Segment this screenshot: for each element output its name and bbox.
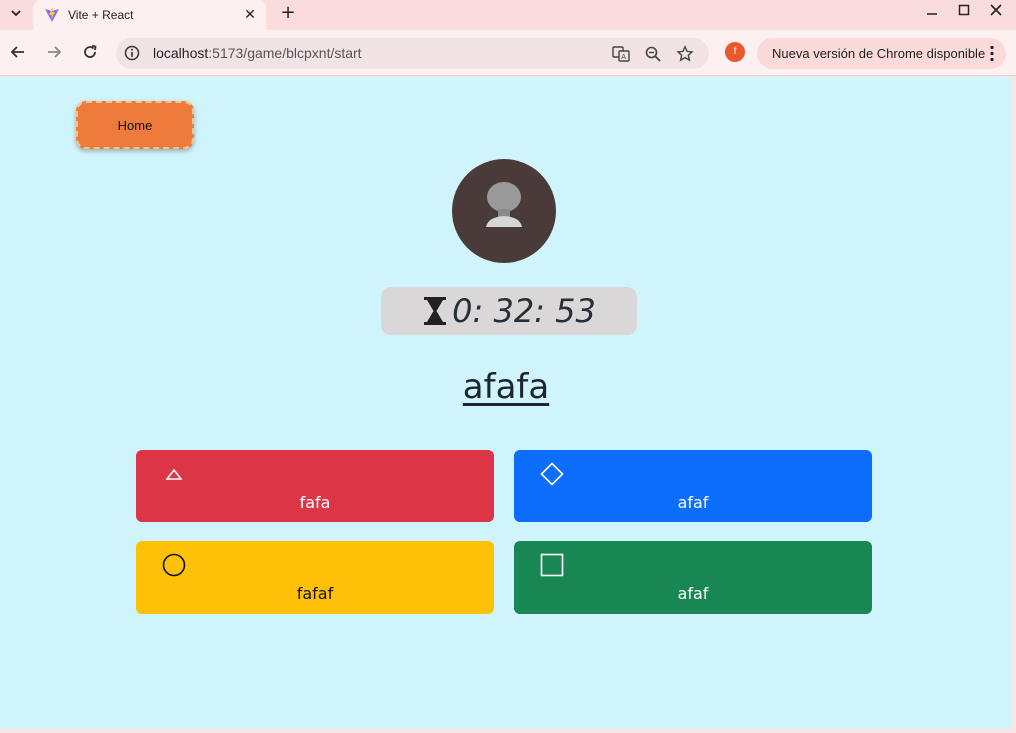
maximize-button[interactable] — [953, 3, 975, 21]
countdown-timer: 0: 32: 53 — [381, 287, 637, 335]
url-host: localhost — [153, 45, 209, 61]
bookmark-star-icon[interactable] — [676, 45, 694, 63]
tab-search-button[interactable] — [4, 2, 28, 24]
arrow-left-icon — [10, 46, 24, 58]
back-button[interactable] — [6, 40, 30, 64]
diamond-icon — [540, 462, 564, 486]
question-title: afafa — [462, 367, 550, 407]
tab-strip: Vite + React ✕ + — [0, 0, 1016, 30]
more-options-icon[interactable] — [990, 45, 994, 62]
maximize-icon — [958, 4, 970, 16]
home-button[interactable]: Home — [76, 101, 194, 149]
answer-label-4: afaf — [677, 584, 709, 603]
chevron-down-icon — [11, 10, 21, 17]
reload-button[interactable] — [78, 40, 102, 64]
minimize-button[interactable] — [921, 3, 943, 21]
triangle-icon — [165, 468, 183, 480]
answer-button-2[interactable]: afaf — [514, 450, 872, 522]
reload-icon — [84, 45, 97, 58]
arrow-right-icon — [48, 46, 62, 58]
page-viewport: Home 0: 32: 53 afafa fafa afaf fafaf afa… — [0, 77, 1012, 729]
address-bar[interactable]: localhost:5173/game/blcpxnt/start A — [116, 38, 709, 69]
profile-avatar[interactable]: f — [725, 42, 745, 62]
zoom-icon[interactable] — [644, 45, 662, 63]
minimize-icon — [927, 13, 937, 15]
avatar — [452, 159, 556, 263]
new-tab-button[interactable]: + — [278, 3, 298, 23]
chrome-update-button[interactable]: Nueva versión de Chrome disponible — [757, 38, 1006, 69]
vite-logo-icon — [45, 8, 59, 22]
tab-title: Vite + React — [68, 8, 134, 22]
answer-button-3[interactable]: fafaf — [136, 541, 494, 614]
close-tab-icon[interactable]: ✕ — [242, 7, 258, 23]
user-placeholder-icon — [486, 182, 522, 227]
answer-label-1: fafa — [299, 493, 331, 512]
hourglass-icon — [424, 297, 447, 325]
svg-text:A: A — [621, 53, 626, 61]
timer-value: 0: 32: 53 — [452, 292, 596, 330]
browser-tab[interactable]: Vite + React ✕ — [33, 0, 266, 30]
close-icon — [990, 4, 1002, 16]
forward-button[interactable] — [42, 40, 66, 64]
close-window-button[interactable] — [985, 3, 1007, 21]
circle-icon — [162, 553, 186, 577]
answer-button-1[interactable]: fafa — [136, 450, 494, 522]
answer-label-2: afaf — [677, 493, 709, 512]
translate-icon[interactable]: A — [612, 45, 630, 63]
site-info-icon[interactable] — [124, 45, 140, 61]
square-icon — [540, 553, 564, 577]
url-path: :5173/game/blcpxnt/start — [208, 45, 362, 61]
url-text[interactable]: localhost:5173/game/blcpxnt/start — [153, 45, 362, 61]
update-label: Nueva versión de Chrome disponible — [772, 46, 986, 61]
answer-label-3: fafaf — [296, 584, 334, 603]
answer-button-4[interactable]: afaf — [514, 541, 872, 614]
